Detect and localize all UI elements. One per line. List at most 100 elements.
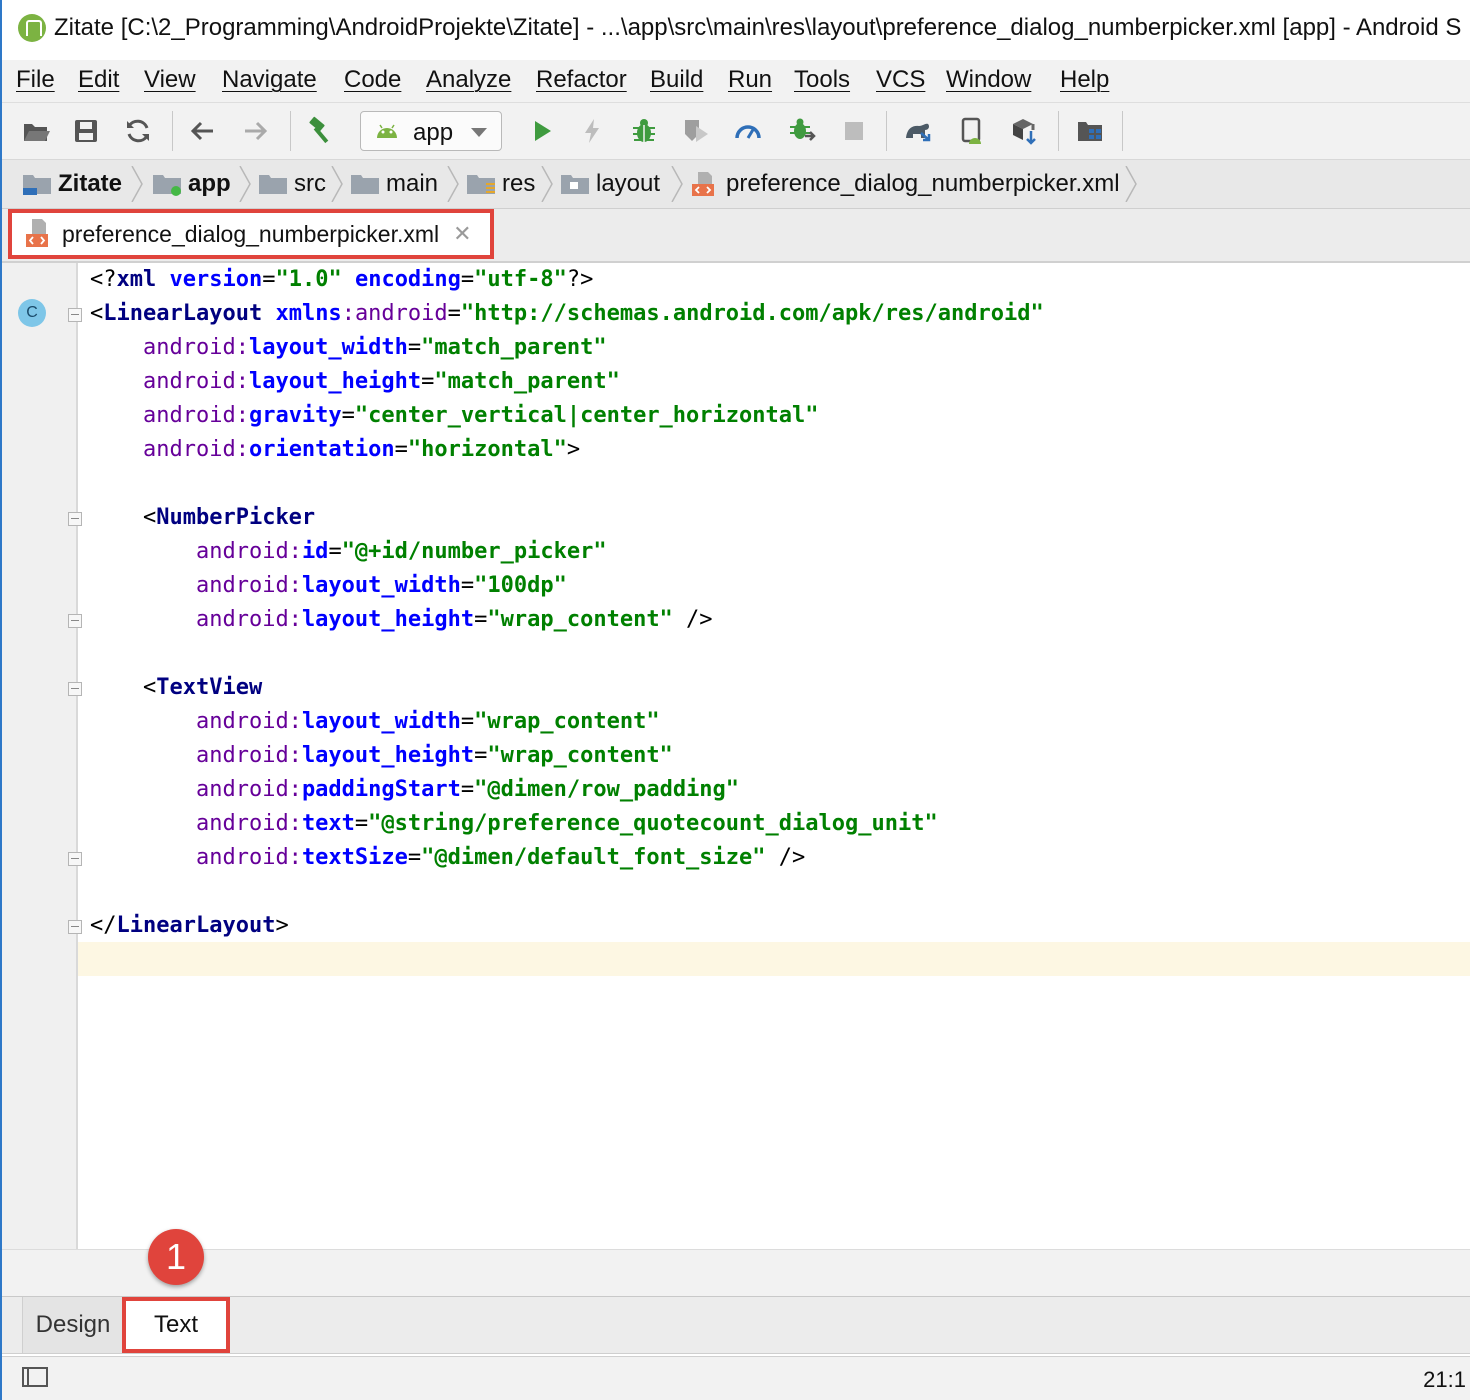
- code-line[interactable]: <?xml version="1.0" encoding="utf-8"?>: [90, 263, 593, 297]
- project-folder-icon: [23, 175, 51, 195]
- code-token: "100dp": [474, 573, 567, 598]
- menu-analyze[interactable]: Analyze: [426, 66, 511, 94]
- fold-marker-icon[interactable]: [68, 682, 82, 696]
- menu-refactor[interactable]: Refactor: [536, 66, 627, 94]
- gutter-class-marker[interactable]: C: [18, 299, 46, 327]
- code-line[interactable]: android:layout_height="wrap_content" />: [90, 603, 713, 637]
- code-line[interactable]: android:layout_width="100dp": [90, 569, 567, 603]
- breadcrumb-item-app[interactable]: app: [152, 160, 231, 208]
- menu-build[interactable]: Build: [650, 66, 703, 94]
- code-token: =: [407, 845, 422, 870]
- menu-vcs[interactable]: VCS: [876, 66, 925, 94]
- code-token: >: [566, 437, 581, 462]
- menu-file[interactable]: File: [16, 66, 55, 94]
- fold-marker-icon[interactable]: [68, 512, 82, 526]
- editor-gutter: C: [2, 263, 82, 1249]
- layout-folder-icon: [561, 175, 589, 194]
- sync-icon[interactable]: [122, 115, 154, 147]
- breadcrumb: Zitate app src main res layout preferenc…: [2, 160, 1470, 209]
- code-token: android:: [195, 539, 302, 564]
- code-token: =: [421, 369, 435, 394]
- avd-manager-icon[interactable]: [956, 115, 988, 147]
- menu-window[interactable]: Window: [946, 66, 1031, 94]
- code-line[interactable]: android:orientation="horizontal">: [90, 433, 580, 467]
- fold-marker-icon[interactable]: [68, 614, 82, 628]
- build-hammer-icon[interactable]: [304, 115, 336, 147]
- open-folder-icon[interactable]: [20, 115, 52, 147]
- code-token: version: [169, 267, 263, 292]
- breadcrumb-item-main[interactable]: main: [350, 160, 438, 208]
- current-line-highlight: [2, 942, 1470, 976]
- code-token: layout_width: [301, 573, 461, 598]
- code-line[interactable]: android:layout_height="wrap_content": [90, 739, 673, 773]
- breadcrumb-item-layout[interactable]: layout: [560, 160, 660, 208]
- back-arrow-icon[interactable]: [186, 115, 218, 147]
- code-line[interactable]: android:textSize="@dimen/default_font_si…: [90, 841, 805, 875]
- code-line[interactable]: <TextView: [90, 671, 262, 705]
- profile-icon[interactable]: [732, 115, 764, 147]
- code-token: "wrap_content": [474, 709, 660, 734]
- apply-changes-icon[interactable]: [576, 115, 608, 147]
- coverage-icon[interactable]: [680, 115, 712, 147]
- menu-run[interactable]: Run: [728, 66, 772, 94]
- attach-debugger-icon[interactable]: [786, 115, 818, 147]
- code-token: <: [90, 505, 157, 530]
- tab-design[interactable]: Design: [22, 1297, 123, 1353]
- toggle-tool-windows-icon[interactable]: [22, 1367, 48, 1387]
- breadcrumb-item-zitate[interactable]: Zitate: [22, 160, 122, 208]
- android-icon: [377, 124, 397, 138]
- gradle-sync-icon[interactable]: [902, 115, 934, 147]
- breadcrumb-label: main: [386, 170, 439, 197]
- code-token: "@dimen/row_padding": [474, 777, 740, 802]
- code-token: "match_parent": [434, 369, 620, 394]
- annotation-callout-badge: 1: [148, 1229, 204, 1285]
- window-title: Zitate [C:\2_Programming\AndroidProjekte…: [54, 14, 1462, 41]
- code-line[interactable]: android:id="@+id/number_picker": [90, 535, 607, 569]
- code-line[interactable]: android:gravity="center_vertical|center_…: [90, 399, 819, 433]
- code-line[interactable]: android:text="@string/preference_quoteco…: [90, 807, 938, 841]
- save-icon[interactable]: [70, 115, 102, 147]
- fold-marker-icon[interactable]: [68, 308, 82, 322]
- tab-text[interactable]: Text: [122, 1297, 230, 1353]
- breadcrumb-item-file[interactable]: preference_dialog_numberpicker.xml: [690, 160, 1120, 208]
- code-line[interactable]: android:layout_width="match_parent": [90, 331, 607, 365]
- code-token: layout_width: [248, 335, 408, 360]
- code-line[interactable]: <LinearLayout xmlns:android="http://sche…: [90, 297, 1044, 331]
- menu-navigate[interactable]: Navigate: [222, 66, 317, 94]
- menu-tools[interactable]: Tools: [794, 66, 850, 94]
- fold-marker-icon[interactable]: [68, 852, 82, 866]
- menu-code[interactable]: Code: [344, 66, 401, 94]
- forward-arrow-icon[interactable]: [240, 115, 272, 147]
- code-line[interactable]: android:paddingStart="@dimen/row_padding…: [90, 773, 739, 807]
- code-line[interactable]: <NumberPicker: [90, 501, 315, 535]
- run-configuration-select[interactable]: app: [360, 111, 502, 151]
- debug-icon[interactable]: [628, 115, 660, 147]
- project-structure-icon[interactable]: [1074, 115, 1106, 147]
- breadcrumb-label: res: [502, 170, 536, 197]
- fold-marker-icon[interactable]: [68, 920, 82, 934]
- cursor-position[interactable]: 21:1: [1423, 1367, 1466, 1393]
- code-line[interactable]: android:layout_height="match_parent": [90, 365, 620, 399]
- code-line[interactable]: android:layout_width="wrap_content": [90, 705, 660, 739]
- close-tab-icon[interactable]: ✕: [453, 221, 471, 247]
- code-editor[interactable]: C <?xml version="1.0" encoding="utf-8"?>…: [2, 263, 1470, 1249]
- code-line[interactable]: </LinearLayout>: [90, 909, 289, 943]
- run-icon[interactable]: [526, 115, 558, 147]
- menu-edit[interactable]: Edit: [78, 66, 119, 94]
- editor-tab-preference-dialog[interactable]: preference_dialog_numberpicker.xml ✕: [8, 209, 494, 259]
- stop-icon[interactable]: [838, 115, 870, 147]
- menu-help[interactable]: Help: [1060, 66, 1109, 94]
- code-token: =: [474, 607, 488, 632]
- main-toolbar: app: [2, 103, 1470, 160]
- sdk-manager-icon[interactable]: [1008, 115, 1040, 147]
- ide-window: Zitate [C:\2_Programming\AndroidProjekte…: [0, 0, 1470, 1400]
- menu-view[interactable]: View: [144, 66, 196, 94]
- breadcrumb-item-src[interactable]: src: [258, 160, 326, 208]
- code-token: id: [301, 539, 329, 564]
- breadcrumb-separator-icon: [331, 166, 343, 202]
- breadcrumb-item-res[interactable]: res: [466, 160, 535, 208]
- code-token: layout_height: [301, 607, 475, 632]
